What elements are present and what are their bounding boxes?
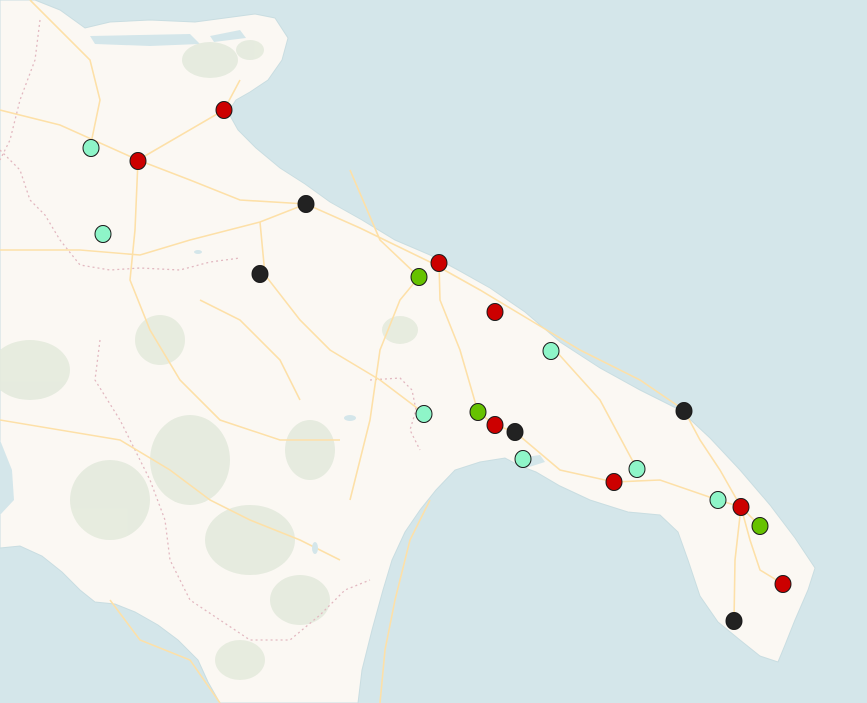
map-marker-red[interactable] bbox=[215, 101, 233, 119]
map-marker-red[interactable] bbox=[774, 575, 792, 593]
map-marker-green[interactable] bbox=[751, 517, 769, 535]
map-marker-mint[interactable] bbox=[542, 342, 560, 360]
marker-layer bbox=[82, 101, 792, 630]
map-marker-mint[interactable] bbox=[415, 405, 433, 423]
map-marker-green[interactable] bbox=[410, 268, 428, 286]
map-marker-mint[interactable] bbox=[82, 139, 100, 157]
map-marker-mint[interactable] bbox=[709, 491, 727, 509]
map-marker-dark-gray[interactable] bbox=[675, 402, 693, 420]
map-marker-red[interactable] bbox=[605, 473, 623, 491]
map-marker-red[interactable] bbox=[129, 152, 147, 170]
map-marker-red[interactable] bbox=[486, 303, 504, 321]
map-marker-dark-gray[interactable] bbox=[725, 612, 743, 630]
map-marker-mint[interactable] bbox=[94, 225, 112, 243]
map-marker-red[interactable] bbox=[732, 498, 750, 516]
map-marker-dark-gray[interactable] bbox=[297, 195, 315, 213]
map-canvas[interactable] bbox=[0, 0, 867, 703]
map-marker-dark-gray[interactable] bbox=[506, 423, 524, 441]
map-marker-mint[interactable] bbox=[628, 460, 646, 478]
map-marker-dark-gray[interactable] bbox=[251, 265, 269, 283]
map-marker-red[interactable] bbox=[486, 416, 504, 434]
map-marker-green[interactable] bbox=[469, 403, 487, 421]
map-marker-red[interactable] bbox=[430, 254, 448, 272]
map-marker-mint[interactable] bbox=[514, 450, 532, 468]
